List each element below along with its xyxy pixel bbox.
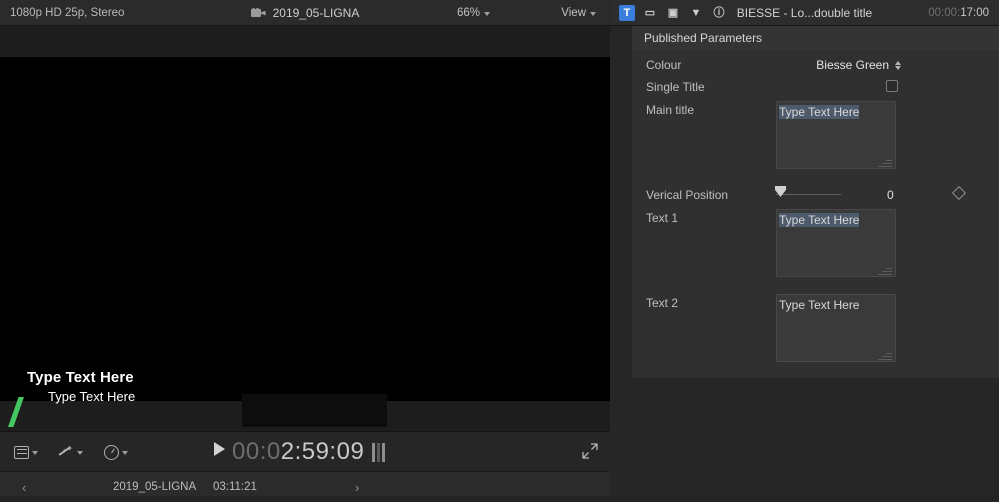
viewer-canvas-area: Type Text Here Type Text Here — [0, 26, 610, 431]
inspector-parameters-panel: Published Parameters Colour Biesse Green… — [632, 26, 999, 378]
text1-label: Text 1 — [646, 211, 679, 225]
main-title-textfield[interactable]: Type Text Here — [776, 101, 896, 169]
layout-icon — [14, 445, 29, 459]
chevron-down-icon — [122, 450, 128, 455]
chevron-down-icon — [590, 11, 596, 16]
main-title-label: Main title — [646, 103, 695, 117]
viewer-view-label: View — [561, 7, 586, 19]
colour-popup-button[interactable]: Biesse Green — [816, 58, 901, 72]
resize-grip-icon[interactable] — [878, 160, 892, 167]
viewer-effects-button[interactable]: ✦ ✦ — [58, 442, 83, 462]
main-title-value: Type Text Here — [779, 105, 860, 119]
viewer-timecode-main: 2:59:09 — [280, 438, 365, 465]
text1-value: Type Text Here — [779, 213, 860, 227]
viewer-timecode-prefix: 00:0 — [232, 438, 281, 465]
overlay-subtitle-text: Type Text Here — [48, 389, 136, 404]
chevron-right-icon[interactable]: › — [355, 480, 359, 495]
resize-grip-icon[interactable] — [878, 268, 892, 275]
tab-info-glyph: ⓘ — [713, 6, 725, 19]
tab-text[interactable]: ▭ — [642, 5, 658, 21]
viewer-top-bar: 1080p HD 25p, Stereo 2019_05-LIGNA 66% V… — [0, 0, 610, 26]
fullscreen-icon[interactable] — [582, 443, 598, 459]
colour-value-label: Biesse Green — [816, 58, 889, 72]
viewer-zoom-menu[interactable]: 66% — [457, 0, 490, 26]
viewer-video-canvas[interactable]: Type Text Here Type Text Here — [0, 57, 610, 427]
text2-textfield[interactable]: Type Text Here — [776, 294, 896, 362]
vertical-position-label: Verical Position — [646, 188, 729, 202]
green-slash-graphic — [8, 397, 24, 427]
colour-label: Colour — [646, 58, 682, 72]
tab-filter[interactable]: ▼ — [688, 5, 704, 21]
tab-info[interactable]: ⓘ — [711, 5, 727, 21]
inspector-tab-bar: T ▭ ▣ ▼ ⓘ — [619, 5, 727, 21]
wand-icon: ✦ ✦ — [58, 445, 74, 459]
text2-value: Type Text Here — [779, 298, 860, 312]
chevron-down-icon — [32, 450, 38, 455]
tab-title-glyph: T — [623, 6, 631, 19]
viewer-clip-name-group: 2019_05-LIGNA — [0, 0, 610, 26]
inspector-header: T ▭ ▣ ▼ ⓘ BIESSE - Lo...double title 00:… — [610, 0, 999, 26]
single-title-checkbox[interactable] — [886, 80, 898, 92]
viewer-view-menu[interactable]: View — [561, 0, 596, 26]
tab-video[interactable]: ▣ — [665, 5, 681, 21]
application-window: 1080p HD 25p, Stereo 2019_05-LIGNA 66% V… — [0, 0, 999, 502]
speed-icon — [104, 444, 119, 460]
single-title-label: Single Title — [646, 80, 705, 94]
playhead-bars-icon — [372, 443, 396, 462]
vertical-position-slider[interactable] — [776, 192, 841, 196]
keyframe-diamond-icon[interactable] — [951, 185, 967, 201]
viewer-timecode[interactable]: 00:02:59:09 — [232, 435, 364, 469]
overlay-backdrop — [242, 394, 387, 427]
tab-text-glyph: ▭ — [644, 6, 656, 19]
text1-textfield[interactable]: Type Text Here — [776, 209, 896, 277]
inspector-timecode-dim: 00:00: — [928, 7, 961, 19]
viewer-speed-button[interactable] — [104, 442, 128, 462]
vertical-position-value[interactable]: 0 — [887, 188, 894, 202]
timeline-strip — [0, 496, 999, 502]
tab-video-glyph: ▣ — [667, 6, 679, 19]
text2-label: Text 2 — [646, 296, 679, 310]
chevron-left-icon[interactable]: ‹ — [22, 480, 26, 495]
published-parameters-header: Published Parameters — [632, 26, 999, 50]
inspector-pane: T ▭ ▣ ▼ ⓘ BIESSE - Lo...double title 00:… — [610, 0, 999, 502]
play-icon[interactable] — [214, 442, 225, 456]
camera-icon — [250, 7, 266, 19]
tab-title[interactable]: T — [619, 5, 635, 21]
chevron-down-icon — [77, 450, 83, 455]
updown-arrows-icon — [895, 60, 901, 70]
tab-filter-glyph: ▼ — [690, 6, 702, 19]
viewer-pane: 1080p HD 25p, Stereo 2019_05-LIGNA 66% V… — [0, 0, 610, 502]
viewer-zoom-label: 66% — [456, 7, 480, 19]
chevron-down-icon — [484, 11, 490, 16]
viewer-layout-button[interactable] — [14, 442, 38, 462]
resize-grip-icon[interactable] — [878, 353, 892, 360]
viewer-clip-name: 2019_05-LIGNA — [272, 6, 360, 20]
inspector-timecode: 00:00:17:00 — [928, 0, 989, 26]
inspector-timecode-bright: 17:00 — [960, 7, 989, 19]
overlay-title-text: Type Text Here — [27, 369, 134, 386]
viewer-transport-bar: ✦ ✦ 00:02:59:09 — [0, 431, 610, 471]
